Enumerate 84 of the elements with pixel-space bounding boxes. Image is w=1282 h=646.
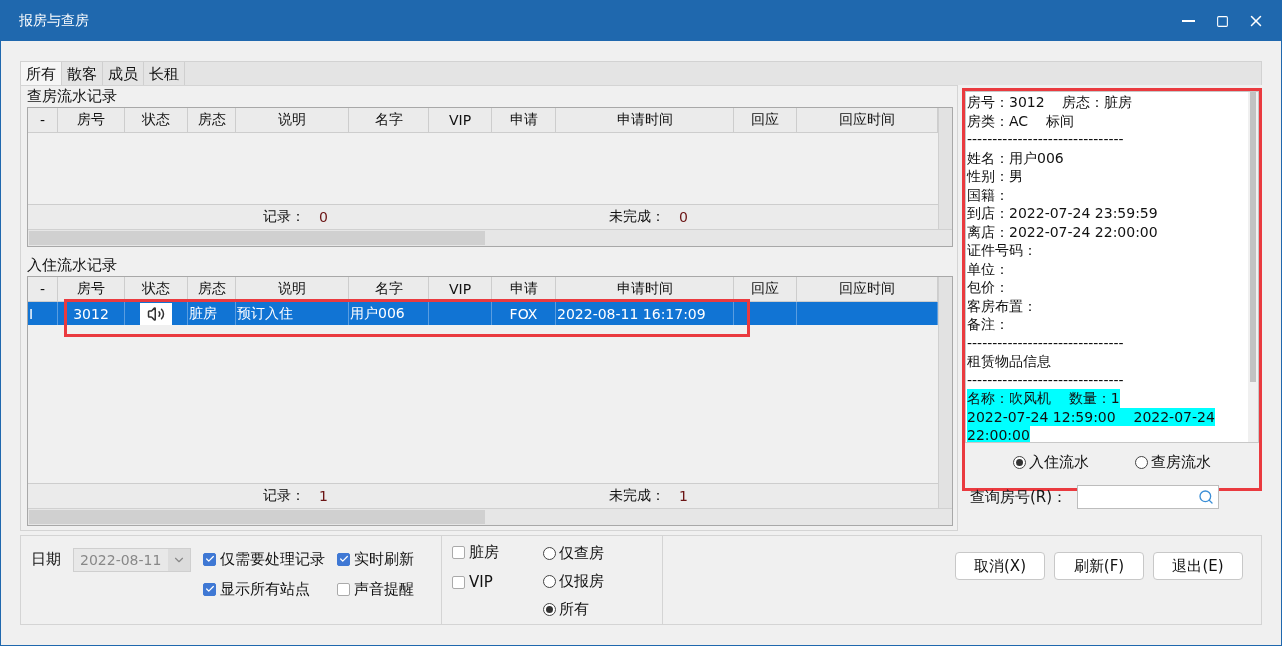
info-line: 租赁物品信息 (967, 352, 1051, 371)
table-cell: 用户006 (349, 302, 429, 325)
check-icon (204, 554, 215, 564)
checkbox[interactable]: VIP (452, 571, 499, 593)
check-icon (338, 554, 349, 564)
column-header[interactable]: 说明 (236, 108, 349, 132)
column-header[interactable]: 申请时间 (556, 108, 734, 132)
info-line: 客房布置： (967, 296, 1037, 315)
window-title: 报房与查房 (19, 12, 90, 30)
table-cell: 预订入住 (236, 302, 349, 325)
info-line: 包价： (967, 278, 1009, 297)
column-header[interactable]: 状态 (125, 108, 188, 132)
scrollbar-thumb[interactable] (29, 510, 485, 524)
table-cell: I (28, 302, 58, 325)
column-header[interactable]: - (28, 277, 58, 301)
records-label: 记录： (263, 208, 306, 226)
radio-button[interactable]: 仅报房 (543, 569, 604, 594)
info-line: 房号：3012 房态：脏房 (967, 93, 1133, 112)
radio-button[interactable]: 仅查房 (543, 541, 604, 566)
group-title: 查房流水记录 (27, 86, 118, 107)
pending-label: 未完成： (609, 208, 666, 226)
column-header[interactable]: 房态 (188, 108, 236, 132)
dialog-button[interactable]: 取消(X) (955, 552, 1045, 580)
table-cell: FOX (492, 302, 556, 325)
info-line: 姓名：用户006 (967, 148, 1064, 167)
checkbox[interactable]: 声音提醒 (337, 578, 414, 600)
info-line: 备注： (967, 315, 1009, 334)
column-header[interactable]: 申请时间 (556, 277, 734, 301)
room-search-field[interactable] (1077, 485, 1220, 509)
records-count: 0 (319, 209, 328, 225)
checkbox[interactable]: 实时刷新 (337, 548, 414, 570)
check-icon (204, 584, 215, 594)
search-icon (1198, 489, 1215, 505)
column-header[interactable]: 申请 (492, 108, 556, 132)
table-row[interactable]: I 3012 脏房 预订入住 用户006 FOX 2022-08-11 16:17:09 (28, 302, 938, 325)
radio-button[interactable]: 所有 (543, 597, 604, 622)
column-header[interactable]: 房态 (188, 277, 236, 301)
checkbox[interactable]: 仅需要处理记录 (203, 548, 325, 570)
column-header[interactable]: 状态 (125, 277, 188, 301)
checkbox[interactable]: 脏房 (452, 541, 499, 563)
minimize-icon (1181, 20, 1195, 22)
table-cell: 脏房 (188, 302, 236, 325)
pending-count: 1 (679, 488, 688, 504)
speaker-icon (140, 302, 172, 325)
query-label: 查询房号(R)： (970, 487, 1068, 507)
info-line: 离店：2022-07-24 22:00:00 (967, 222, 1158, 241)
info-line: 证件号码： (967, 241, 1037, 260)
column-header[interactable]: 回应 (734, 277, 797, 301)
info-line: 到店：2022-07-24 23:59:59 (967, 204, 1158, 223)
checkbox[interactable]: 显示所有站点 (203, 578, 325, 600)
caret-icon (168, 549, 190, 571)
column-header[interactable]: 名字 (349, 277, 429, 301)
radio-button[interactable]: 入住流水 (1013, 452, 1089, 472)
table-cell: 2022-08-11 16:17:09 (556, 302, 734, 325)
info-line: ------------------------------- (967, 370, 1124, 389)
dialog-button[interactable]: 刷新(F) (1054, 552, 1144, 580)
records-count: 1 (319, 488, 328, 504)
info-line: 国籍： (967, 185, 1009, 204)
info-line: ------------------------------- (967, 333, 1124, 352)
pending-label: 未完成： (609, 487, 666, 505)
dialog-button[interactable]: 退出(E) (1153, 552, 1243, 580)
group-title: 入住流水记录 (27, 255, 118, 276)
column-header[interactable]: 房号 (58, 277, 125, 301)
scrollbar-thumb[interactable] (1250, 92, 1256, 382)
column-header[interactable]: 名字 (349, 108, 429, 132)
date-label: 日期 (31, 549, 61, 570)
column-header[interactable]: 房号 (58, 108, 125, 132)
scrollbar-thumb[interactable] (29, 231, 485, 245)
maximize-icon (1215, 14, 1229, 28)
radio-button[interactable]: 查房流水 (1135, 452, 1211, 472)
table-cell: 3012 (58, 302, 125, 325)
info-line: ------------------------------- (967, 130, 1124, 149)
records-label: 记录： (263, 487, 306, 505)
info-line: 单位： (967, 259, 1009, 278)
info-line: 房类：AC 标间 (967, 111, 1074, 130)
info-line: 性别：男 (967, 167, 1023, 186)
column-header[interactable]: 回应 (734, 108, 797, 132)
column-header[interactable]: 说明 (236, 277, 349, 301)
column-header[interactable]: VIP (429, 108, 492, 132)
pending-count: 0 (679, 209, 688, 225)
column-header[interactable]: 申请 (492, 277, 556, 301)
tab[interactable]: 所有 (21, 62, 62, 85)
column-header[interactable]: VIP (429, 277, 492, 301)
column-header[interactable]: - (28, 108, 58, 132)
